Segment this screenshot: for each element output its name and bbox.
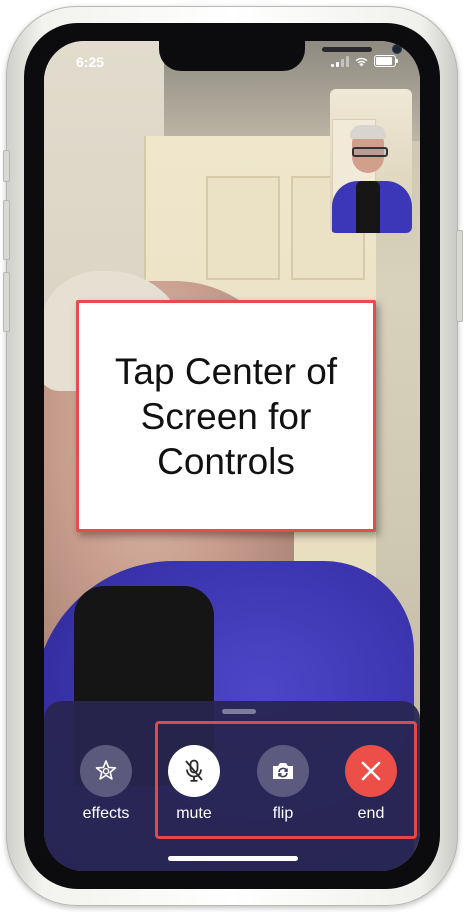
callout-line: Screen for xyxy=(140,395,312,437)
callout-text: Tap Center of Screen for Controls xyxy=(96,349,356,484)
pip-glasses xyxy=(352,147,388,157)
self-view-thumbnail[interactable] xyxy=(330,89,412,233)
silent-switch xyxy=(3,150,10,182)
effects-star-icon xyxy=(95,760,117,780)
notch xyxy=(159,41,402,71)
tutorial-callout: Tap Center of Screen for Controls xyxy=(76,300,376,532)
status-icons xyxy=(331,55,398,67)
status-time: 6:25 xyxy=(76,54,105,70)
effects-label: effects xyxy=(82,805,130,822)
battery-icon xyxy=(374,55,398,67)
front-camera xyxy=(392,44,402,54)
callout-line: Controls xyxy=(157,440,295,482)
door-panel xyxy=(206,176,280,280)
cellular-signal-icon xyxy=(331,55,349,67)
controls-highlight-box xyxy=(155,721,417,839)
pip-hair xyxy=(350,125,386,139)
earpiece-speaker xyxy=(322,47,372,52)
effects-button-circle[interactable] xyxy=(80,745,132,797)
callout-line: Tap Center of xyxy=(114,350,338,392)
side-button xyxy=(456,230,463,322)
home-indicator[interactable] xyxy=(168,856,298,861)
effects-button[interactable]: effects xyxy=(66,745,146,823)
volume-up-button xyxy=(3,200,10,260)
volume-down-button xyxy=(3,272,10,332)
pip-shirt xyxy=(356,181,380,233)
tray-grabber[interactable] xyxy=(222,709,256,714)
wifi-icon xyxy=(355,57,368,66)
